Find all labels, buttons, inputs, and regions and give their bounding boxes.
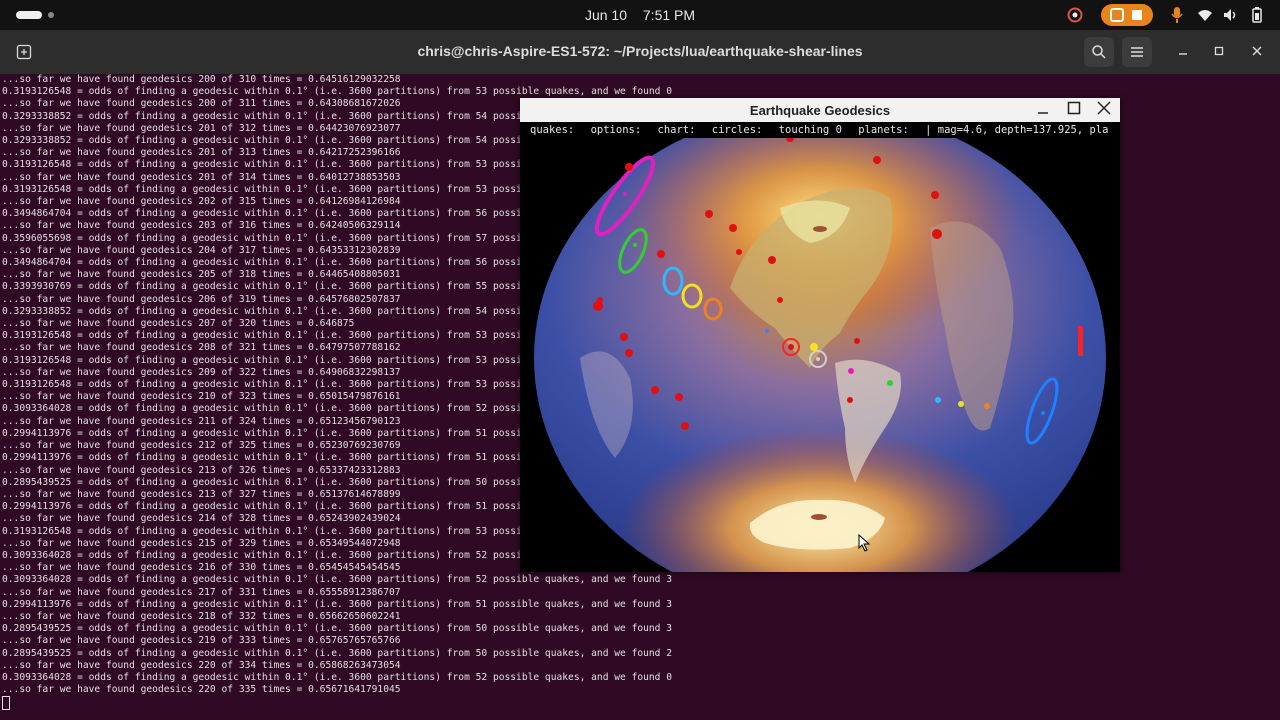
hamburger-menu-icon[interactable] [1122,37,1152,67]
quake-marker[interactable] [848,368,854,374]
terminal-line: ...so far we have found geodesics 218 of… [2,610,401,622]
quake-marker[interactable] [681,422,689,430]
terminal-line: 0.3093364028 = odds of finding a geodesi… [2,574,673,586]
south-pole-mark [811,514,827,520]
app-title-bar[interactable]: Earthquake Geodesics [520,98,1120,122]
app-close-icon[interactable] [1094,100,1114,120]
maximize-icon[interactable] [1209,42,1229,62]
menu-touching[interactable]: touching 0 [779,122,842,138]
quake-marker[interactable] [788,344,794,350]
menu-planets[interactable]: planets: [858,122,909,138]
quake-marker[interactable] [887,380,893,386]
microphone-icon[interactable] [1168,5,1186,25]
quake-marker[interactable] [620,333,628,341]
mouse-pointer-icon [858,534,871,552]
clock[interactable]: Jun 10 7:51 PM [0,7,1280,23]
quake-marker[interactable] [777,297,783,303]
volume-icon[interactable] [1222,5,1240,25]
quake-marker[interactable] [768,256,776,264]
clock-time: 7:51 PM [642,7,696,23]
terminal-line: 0.2994113976 = odds of finding a geodesi… [2,598,673,610]
menu-options[interactable]: options: [591,122,642,138]
app-maximize-icon[interactable] [1064,100,1084,120]
terminal-line: 0.3093364028 = odds of finding a geodesi… [2,671,673,683]
minimize-icon[interactable] [1173,42,1193,62]
search-icon[interactable] [1084,37,1114,67]
quake-marker[interactable] [705,210,713,218]
menu-quakes[interactable]: quakes: [530,122,574,138]
system-top-bar: Jun 10 7:51 PM [0,0,1280,30]
terminal-line: 0.2895439525 = odds of finding a geodesi… [2,647,673,659]
terminal-line: ...so far we have found geodesics 219 of… [2,635,401,647]
wifi-icon[interactable] [1196,5,1214,25]
quake-marker[interactable] [623,192,627,196]
menu-chart[interactable]: chart: [658,122,696,138]
quake-marker[interactable] [651,386,659,394]
quake-marker[interactable] [935,397,941,403]
quake-marker[interactable] [765,329,769,333]
quake-marker[interactable] [736,249,742,255]
geodesic-arc-red [1078,326,1083,356]
battery-icon[interactable] [1248,5,1266,25]
quake-info-readout: | mag=4.6, depth=137.925, pla [925,124,1109,136]
quake-marker-highlighted[interactable] [810,343,818,351]
quake-marker[interactable] [657,250,665,258]
app-title: Earthquake Geodesics [749,103,891,118]
north-pole-mark [813,226,827,232]
quake-marker[interactable] [1041,411,1045,415]
app-menu-bar: quakes: options: chart: circles: touchin… [520,122,1120,138]
quake-marker[interactable] [625,163,633,171]
close-icon[interactable] [1247,42,1267,62]
terminal-cursor [2,696,10,710]
quake-marker[interactable] [873,156,881,164]
screen-share-indicator[interactable] [1101,4,1153,26]
quake-marker[interactable] [958,401,964,407]
terminal-line: ...so far we have found geodesics 220 of… [2,684,401,696]
quake-marker[interactable] [625,349,633,357]
terminal-line: 0.2895439525 = odds of finding a geodesi… [2,623,673,635]
terminal-line: ...so far we have found geodesics 217 of… [2,586,401,598]
quake-marker[interactable] [984,403,990,409]
quake-marker[interactable] [931,191,939,199]
quake-marker[interactable] [633,243,637,247]
terminal-line: ...so far we have found geodesics 200 of… [2,74,401,85]
earthquake-geodesics-window[interactable]: Earthquake Geodesics quakes: options: ch… [520,98,1120,572]
menu-circles[interactable]: circles: [712,122,763,138]
quake-marker[interactable] [597,297,603,303]
quake-marker[interactable] [847,397,853,403]
terminal-line: 0.3193126548 = odds of finding a geodesi… [2,86,673,98]
quake-marker[interactable] [675,393,683,401]
update-icon[interactable] [1066,5,1084,25]
clock-date: Jun 10 [584,7,627,23]
quake-marker[interactable] [816,357,820,361]
app-minimize-icon[interactable] [1033,100,1053,120]
quake-marker[interactable] [729,224,737,232]
quake-marker[interactable] [854,338,860,344]
terminal-title-bar[interactable]: chris@chris-Aspire-ES1-572: ~/Projects/l… [0,30,1280,74]
terminal-line: ...so far we have found geodesics 220 of… [2,659,401,671]
quake-marker[interactable] [932,229,942,239]
globe-view[interactable] [520,138,1120,572]
